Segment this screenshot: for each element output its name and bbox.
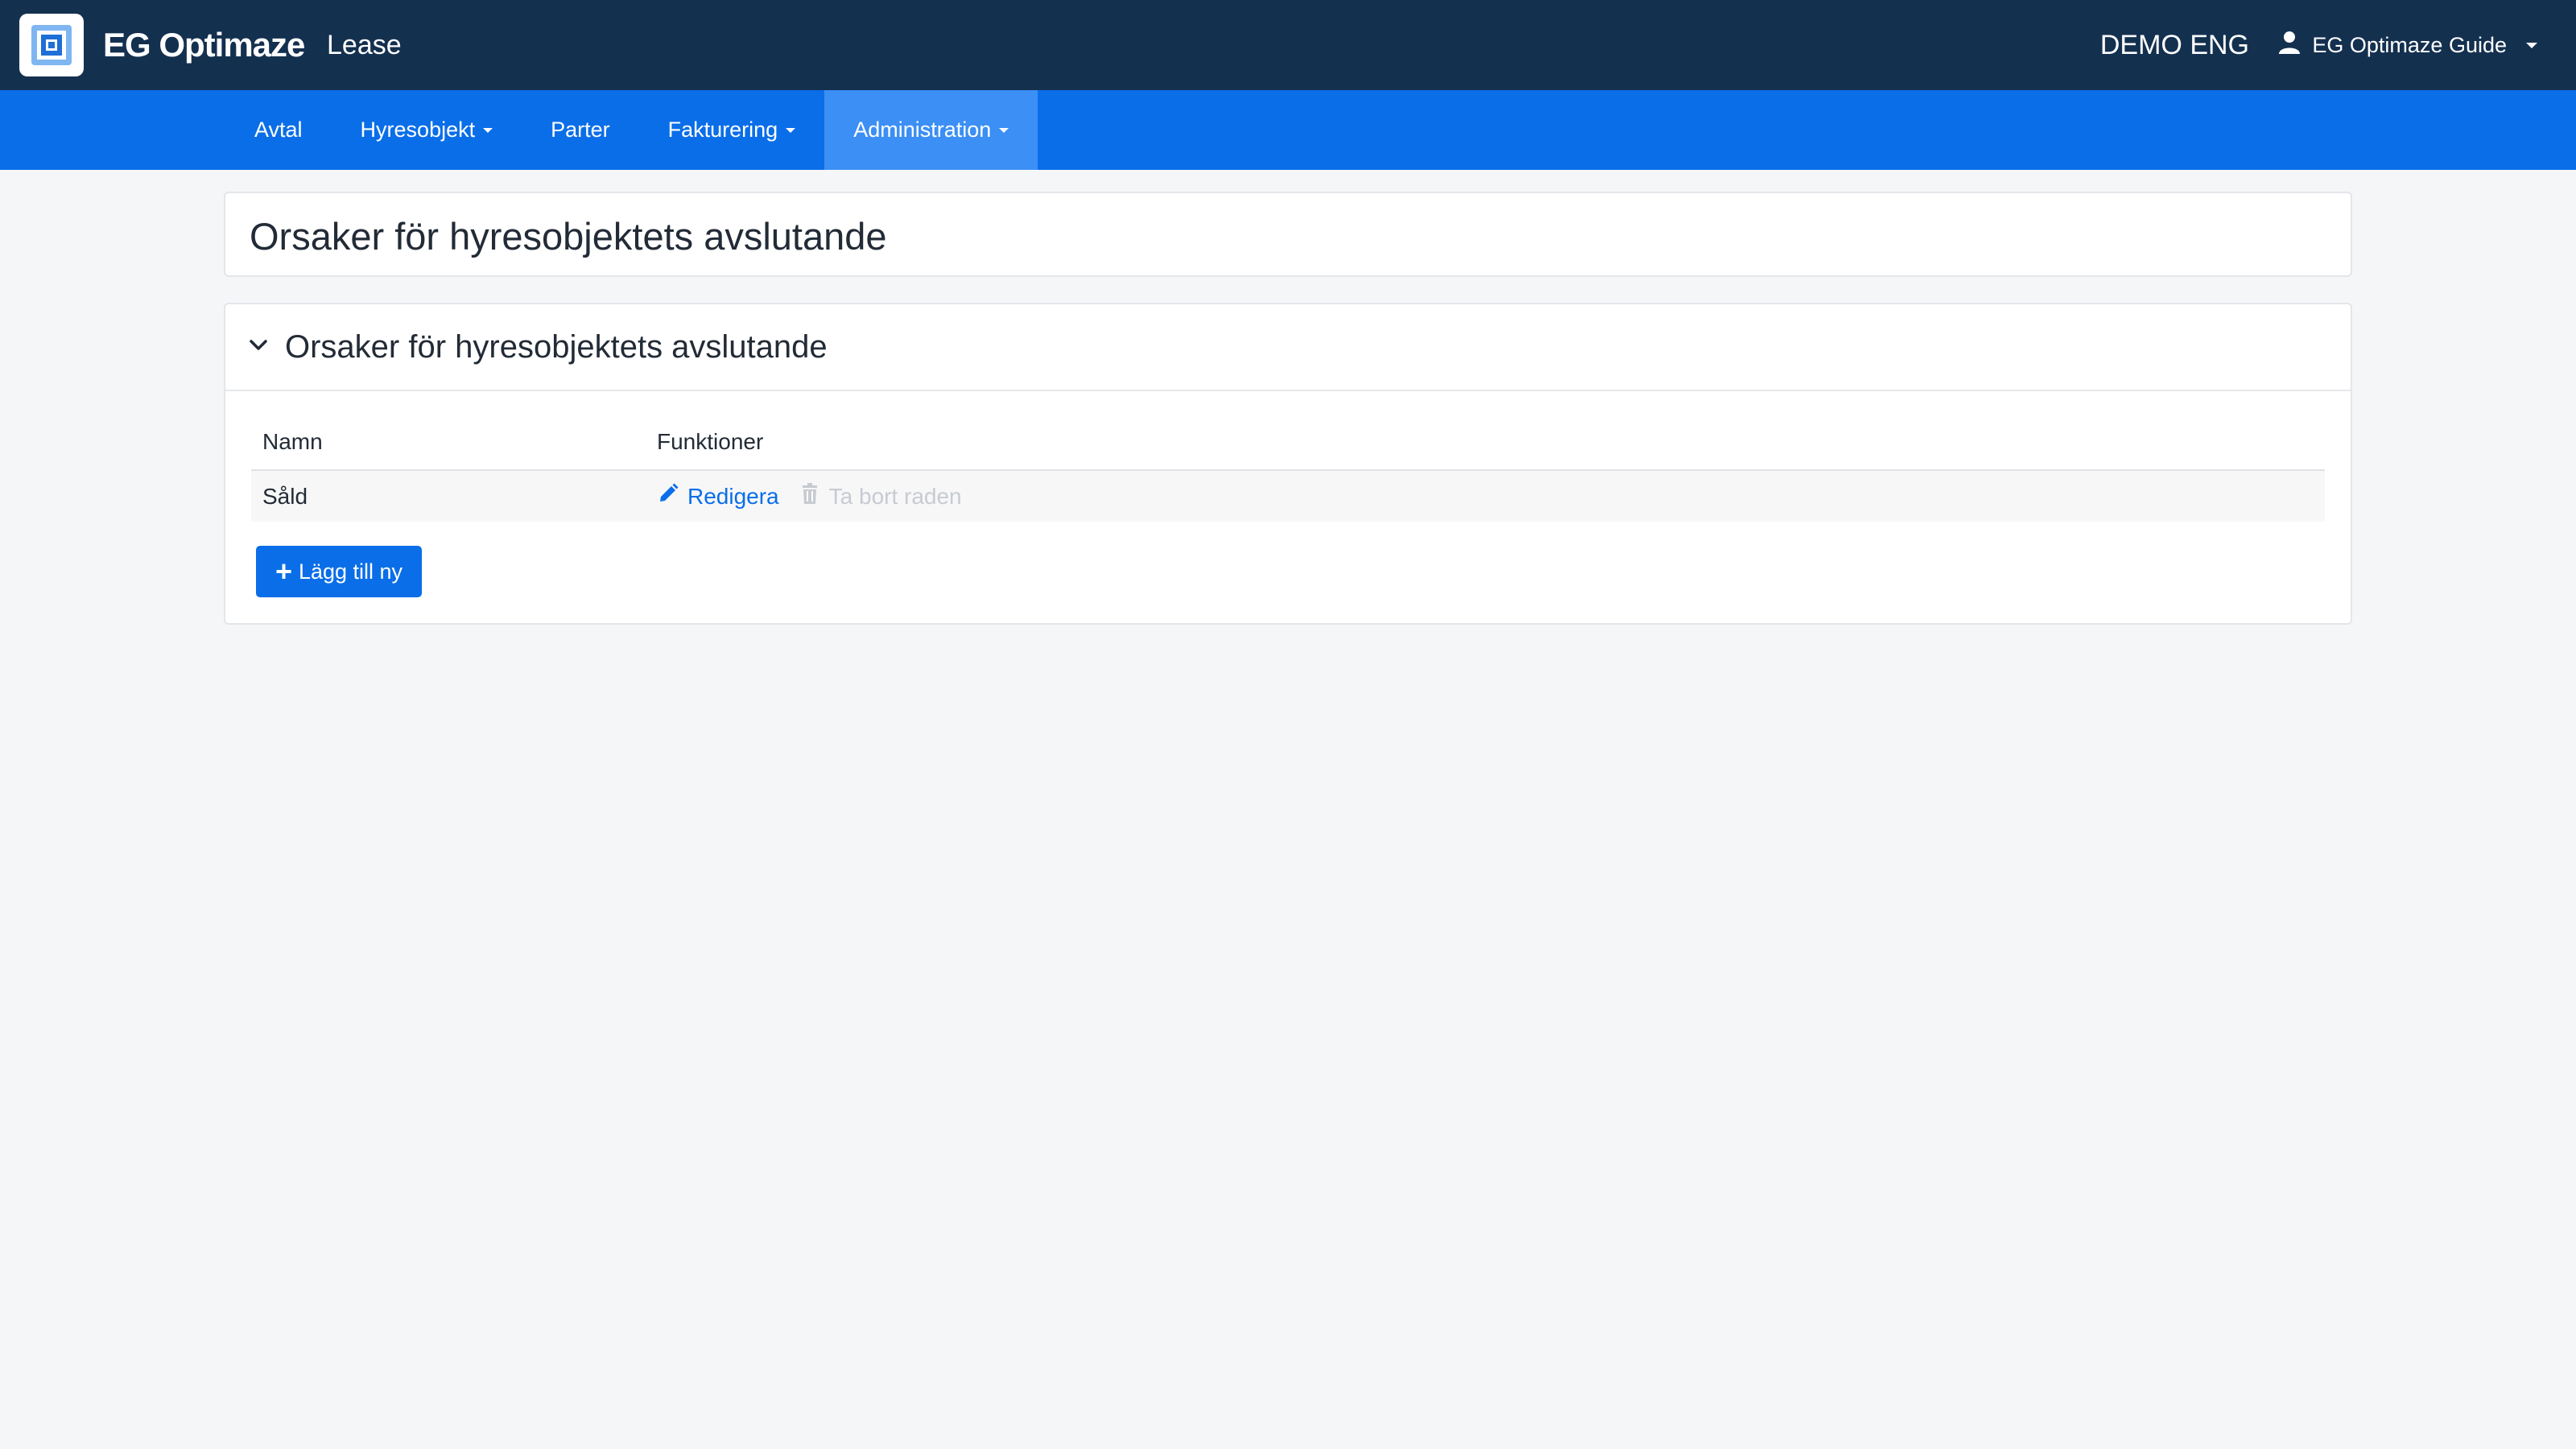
main-nav: Avtal Hyresobjekt Parter Fakturering Adminis… [0, 90, 2576, 170]
section-toggle[interactable]: Orsaker för hyresobjektets avslutande [225, 304, 2351, 391]
page-title: Orsaker för hyresobjektets avslutande [250, 214, 887, 258]
environment-label: DEMO ENG [2099, 29, 2249, 60]
delete-label: Ta bort raden [828, 483, 962, 509]
nav-item-label: Parter [551, 118, 610, 142]
nav-item-parter[interactable]: Parter [522, 90, 639, 170]
edit-label: Redigera [687, 483, 779, 509]
user-name: EG Optimaze Guide [2312, 32, 2507, 57]
plus-icon: + [275, 555, 292, 588]
cell-name: Såld [251, 470, 646, 522]
section-title: Orsaker för hyresobjektets avslutande [285, 328, 828, 365]
eg-logo-icon[interactable] [19, 14, 84, 76]
nav-item-avtal[interactable]: Avtal [225, 90, 332, 170]
column-header-functions: Funktioner [646, 414, 2325, 471]
trash-icon [799, 482, 821, 510]
pencil-icon [657, 482, 679, 510]
add-new-button[interactable]: + Lägg till ny [256, 546, 422, 597]
delete-row-link[interactable]: Ta bort raden [799, 482, 962, 510]
table-body: Såld Redigera Ta bort raden [251, 470, 2325, 522]
nav-item-hyresobjekt[interactable]: Hyresobjekt [332, 90, 522, 170]
edit-link[interactable]: Redigera [657, 482, 779, 510]
page-title-card: Orsaker för hyresobjektets avslutande [224, 192, 2352, 277]
brand-name: EG Optimaze [103, 26, 305, 64]
chevron-down-icon [2526, 42, 2537, 48]
nav-item-administration[interactable]: Administration [824, 90, 1038, 170]
chevron-down-icon [248, 335, 269, 360]
nav-item-label: Avtal [254, 118, 303, 142]
add-new-label: Lägg till ny [298, 559, 403, 584]
user-menu[interactable]: EG Optimaze Guide [2278, 21, 2537, 69]
nav-item-fakturering[interactable]: Fakturering [639, 90, 825, 170]
chevron-down-icon [999, 127, 1009, 133]
module-name: Lease [327, 29, 402, 60]
column-header-name: Namn [251, 414, 646, 471]
nav-item-label: Fakturering [667, 118, 778, 142]
cell-functions: Redigera Ta bort raden [646, 470, 2325, 522]
chevron-down-icon [483, 127, 493, 133]
nav-item-label: Hyresobjekt [360, 118, 476, 142]
nav-item-label: Administration [853, 118, 992, 142]
user-icon [2278, 31, 2301, 60]
chevron-down-icon [786, 127, 796, 133]
section-card: Orsaker för hyresobjektets avslutande Na… [224, 303, 2352, 625]
reasons-table: Namn Funktioner Såld Redigera Ta bort rade… [251, 414, 2325, 522]
table-row: Såld Redigera Ta bort raden [251, 470, 2325, 522]
table-header-row: Namn Funktioner [251, 414, 2325, 471]
nav-items: Avtal Hyresobjekt Parter Fakturering Adminis… [225, 90, 1038, 170]
top-bar: EG Optimaze Lease DEMO ENG EG Optimaze G… [0, 0, 2576, 90]
